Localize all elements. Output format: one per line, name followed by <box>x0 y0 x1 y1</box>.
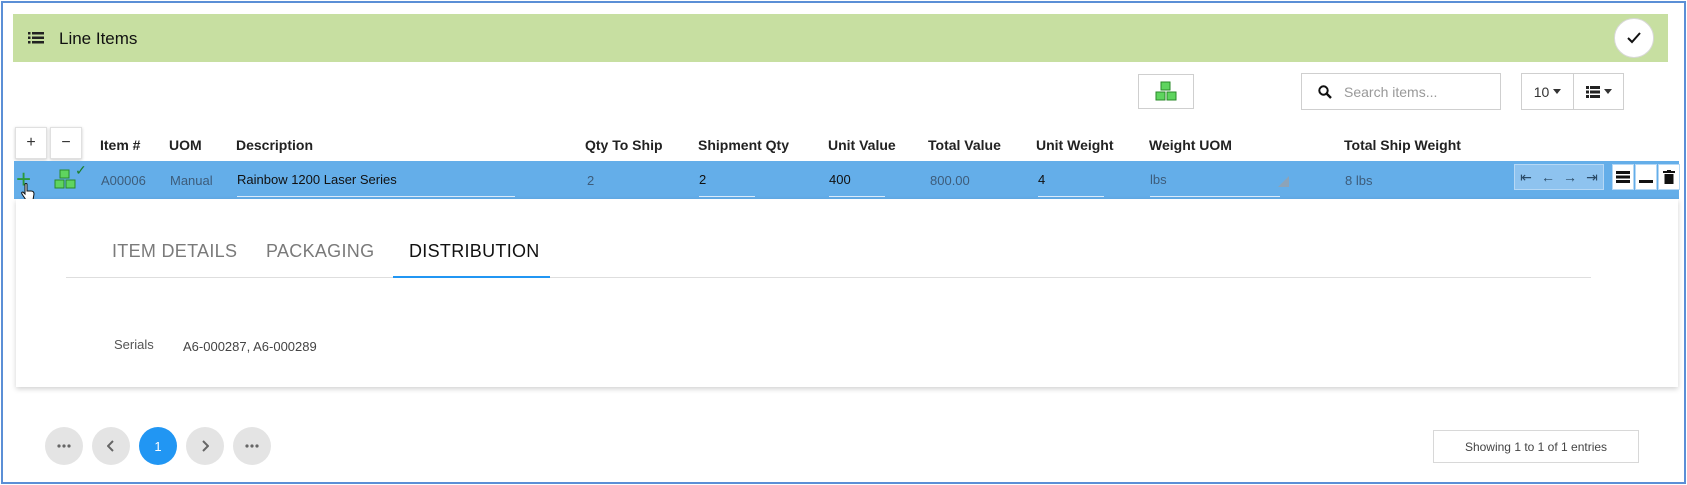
cell-total-value: 800.00 <box>930 173 970 188</box>
chevron-left-icon <box>107 440 114 452</box>
page-size-value: 10 <box>1533 83 1550 100</box>
description-field[interactable]: Rainbow 1200 Laser Series <box>237 171 515 197</box>
entries-info: Showing 1 to 1 of 1 entries <box>1433 430 1639 463</box>
row-actions <box>1612 164 1680 190</box>
line-items-header: Line Items <box>13 14 1668 62</box>
weight-uom-select[interactable]: lbs <box>1150 171 1280 197</box>
serials-value: A6-000287, A6-000289 <box>183 339 317 354</box>
check-icon: ✓ <box>75 162 87 178</box>
col-header-total-value[interactable]: Total Value <box>928 137 1001 153</box>
search-icon <box>1318 85 1332 99</box>
col-header-unit-value[interactable]: Unit Value <box>828 137 896 153</box>
confirm-button[interactable] <box>1614 18 1654 58</box>
page-size-select[interactable]: 10 <box>1521 73 1574 110</box>
tab-divider <box>66 277 1591 278</box>
resize-handle-icon <box>1278 176 1289 187</box>
active-tab-indicator <box>393 276 550 278</box>
list-icon <box>28 32 44 44</box>
tab-packaging[interactable]: PACKAGING <box>266 241 374 262</box>
window-frame: Line Items 10 + − Item # UOM Description <box>1 1 1686 484</box>
minimize-icon[interactable] <box>1635 164 1657 190</box>
ellipsis-icon <box>245 444 259 448</box>
search-box[interactable] <box>1301 73 1501 110</box>
caret-down-icon <box>1553 89 1562 94</box>
page-number-button[interactable]: 1 <box>139 427 177 465</box>
cell-uom: Manual <box>170 173 213 188</box>
col-header-total-ship-weight[interactable]: Total Ship Weight <box>1344 137 1461 153</box>
cell-item-no: A00006 <box>101 173 146 188</box>
first-icon[interactable]: ⇤ <box>1515 165 1537 189</box>
col-header-weight-uom[interactable]: Weight UOM <box>1149 137 1232 153</box>
search-input[interactable] <box>1344 82 1489 102</box>
page-title: Line Items <box>59 29 138 48</box>
caret-down-icon <box>1603 89 1612 94</box>
row-detail-panel: ITEM DETAILS PACKAGING DISTRIBUTION Seri… <box>16 199 1678 387</box>
prev-icon[interactable]: ← <box>1537 165 1559 189</box>
last-icon[interactable]: ⇥ <box>1581 165 1603 189</box>
col-header-qty-to-ship[interactable]: Qty To Ship <box>585 137 663 153</box>
tab-distribution[interactable]: DISTRIBUTION <box>409 241 540 262</box>
col-header-item-no[interactable]: Item # <box>100 137 140 153</box>
ellipsis-icon <box>57 444 71 448</box>
package-boxes-icon <box>54 169 76 189</box>
expand-icon[interactable] <box>1612 164 1634 190</box>
unit-value-field[interactable]: 400 <box>829 171 885 197</box>
page-last-button[interactable] <box>233 427 271 465</box>
expand-all-button[interactable]: + <box>15 127 47 159</box>
list-view-icon <box>1585 85 1600 98</box>
check-icon <box>1627 32 1641 44</box>
page-first-button[interactable] <box>45 427 83 465</box>
shipment-qty-field[interactable]: 2 <box>699 171 755 197</box>
serials-label: Serials <box>114 337 154 352</box>
col-header-uom[interactable]: UOM <box>169 137 202 153</box>
cell-qty-to-ship: 2 <box>587 173 595 188</box>
trash-icon[interactable] <box>1658 164 1680 190</box>
chevron-right-icon <box>202 440 209 452</box>
cell-total-ship-weight: 8 lbs <box>1345 173 1373 188</box>
table-row[interactable]: + ✓ A00006 Manual Rainbow 1200 Laser Ser… <box>14 161 1680 201</box>
unit-weight-field[interactable]: 4 <box>1038 171 1104 197</box>
col-header-description[interactable]: Description <box>236 137 313 153</box>
col-header-shipment-qty[interactable]: Shipment Qty <box>698 137 789 153</box>
package-boxes-icon <box>1155 81 1177 100</box>
package-button[interactable] <box>1138 74 1194 109</box>
next-icon[interactable]: → <box>1559 165 1581 189</box>
tab-item-details[interactable]: ITEM DETAILS <box>112 241 237 262</box>
view-options-button[interactable] <box>1574 73 1624 110</box>
page-next-button[interactable] <box>186 427 224 465</box>
col-header-unit-weight[interactable]: Unit Weight <box>1036 137 1114 153</box>
collapse-all-button[interactable]: − <box>50 127 82 159</box>
row-navigation: ⇤ ← → ⇥ <box>1514 164 1604 190</box>
page-prev-button[interactable] <box>92 427 130 465</box>
